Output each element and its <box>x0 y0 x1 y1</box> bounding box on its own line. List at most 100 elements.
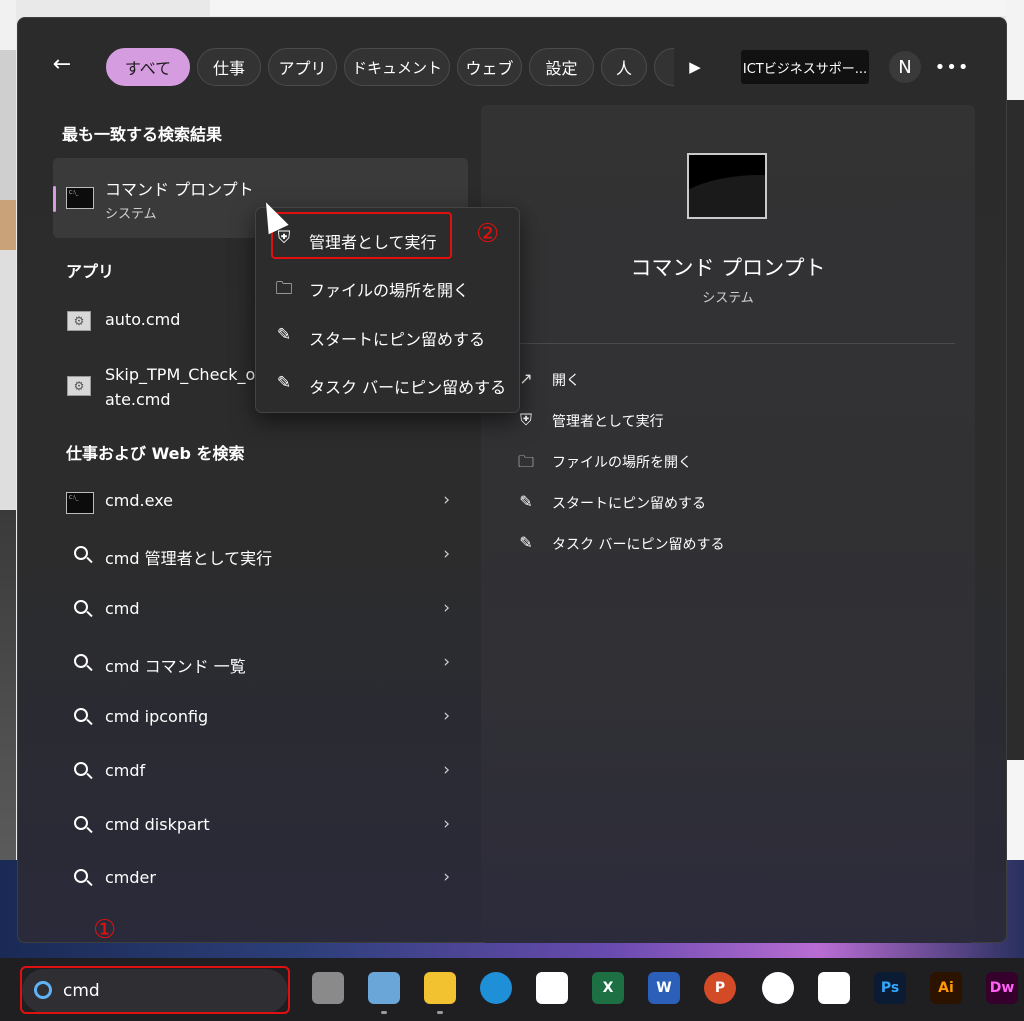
command-prompt-icon <box>66 187 94 209</box>
pin-icon: ✎ <box>276 325 292 345</box>
search-icon <box>69 814 93 835</box>
web-item-cmd[interactable]: cmd › <box>53 586 468 634</box>
chevron-right-icon: › <box>443 544 450 564</box>
command-prompt-large-icon <box>687 153 767 219</box>
web-item-cmder[interactable]: cmder › <box>53 855 468 903</box>
web-item-label: cmdf <box>105 761 146 780</box>
annotation-highlight-run-as-admin <box>271 212 452 259</box>
context-menu-label: ファイルの場所を開く <box>309 281 470 300</box>
detail-title: コマンド プロンプト <box>630 256 826 280</box>
web-item-cmd-admin[interactable]: cmd 管理者として実行 › <box>53 532 468 580</box>
app-item-label-line2: ate.cmd <box>105 390 171 409</box>
account-button[interactable]: ICTビジネスサポー... <box>741 50 869 84</box>
annotation-marker-1: ① <box>93 915 117 945</box>
store-icon[interactable] <box>536 972 568 1004</box>
edge-icon[interactable] <box>480 972 512 1004</box>
web-item-label: cmd.exe <box>105 491 174 510</box>
slack-icon[interactable] <box>818 972 850 1004</box>
search-icon <box>69 760 93 781</box>
best-match-title: コマンド プロンプト <box>105 180 254 199</box>
chevron-right-icon: › <box>443 598 450 618</box>
search-icon <box>69 652 93 673</box>
pin-icon: ✎ <box>519 533 533 552</box>
filter-chip-settings[interactable]: 設定 <box>529 48 594 86</box>
detail-action-open-file-location[interactable]: 🗀 ファイルの場所を開く <box>510 447 940 477</box>
detail-action-run-as-admin[interactable]: ⛨ 管理者として実行 <box>510 406 940 436</box>
web-item-cmdf[interactable]: cmdf › <box>53 748 468 796</box>
selection-accent <box>53 186 56 212</box>
context-menu-pin-start[interactable]: ✎ スタートにピン留めする <box>265 313 510 357</box>
web-item-label: cmd ipconfig <box>105 707 209 726</box>
chevron-right-icon: › <box>443 760 450 780</box>
back-button[interactable]: ← <box>48 50 76 78</box>
detail-divider <box>505 343 955 344</box>
running-indicator <box>437 1011 443 1014</box>
folder-icon: 🗀 <box>517 452 534 471</box>
scroll-filters-right-icon[interactable]: ▶ <box>683 55 707 79</box>
desktop-background-left <box>0 0 16 860</box>
app-item-label-line1: Skip_TPM_Check_o <box>105 365 256 384</box>
chevron-right-icon: › <box>443 814 450 834</box>
action-label: ファイルの場所を開く <box>552 455 692 471</box>
more-options-button[interactable]: ••• <box>935 51 969 83</box>
web-item-label: cmd <box>105 599 140 618</box>
annotation-highlight-search <box>20 966 290 1014</box>
excel-icon[interactable]: X <box>592 972 624 1004</box>
web-item-cmd-command-list[interactable]: cmd コマンド 一覧 › <box>53 640 468 688</box>
annotation-marker-2: ② <box>476 219 500 249</box>
web-item-label: cmder <box>105 868 156 887</box>
web-item-cmd-ipconfig[interactable]: cmd ipconfig › <box>53 694 468 742</box>
filter-chip-all[interactable]: すべて <box>106 48 190 86</box>
task-view-icon[interactable] <box>312 972 344 1004</box>
action-label: 開く <box>552 373 580 389</box>
chevron-right-icon: › <box>443 490 450 510</box>
search-icon <box>69 598 93 619</box>
task-manager-icon[interactable] <box>368 972 400 1004</box>
photos-icon[interactable] <box>762 972 794 1004</box>
search-icon <box>69 867 93 888</box>
filter-chip-people[interactable]: 人 <box>601 48 647 86</box>
cmd-file-icon: ⚙ <box>67 311 91 331</box>
web-item-cmd-diskpart[interactable]: cmd diskpart › <box>53 802 468 850</box>
file-explorer-icon[interactable] <box>424 972 456 1004</box>
detail-action-pin-taskbar[interactable]: ✎ タスク バーにピン留めする <box>510 529 940 559</box>
detail-pane <box>481 105 975 943</box>
web-item-label: cmd 管理者として実行 <box>105 549 273 568</box>
context-menu-label: スタートにピン留めする <box>309 330 486 349</box>
context-menu-open-file-location[interactable]: 🗀 ファイルの場所を開く <box>265 264 510 308</box>
web-item-label: cmd コマンド 一覧 <box>105 657 246 676</box>
filter-chip-documents[interactable]: ドキュメント <box>344 48 450 86</box>
best-match-subtitle: システム <box>105 207 157 222</box>
filter-chip-apps[interactable]: アプリ <box>268 48 337 86</box>
detail-action-open[interactable]: ↗ 開く <box>510 365 940 395</box>
web-item-cmd-exe[interactable]: cmd.exe › <box>53 478 468 526</box>
search-icon <box>69 706 93 727</box>
chevron-right-icon: › <box>443 706 450 726</box>
action-label: タスク バーにピン留めする <box>552 537 725 553</box>
word-icon[interactable]: W <box>648 972 680 1004</box>
shield-icon: ⛨ <box>519 410 532 429</box>
running-indicator <box>381 1011 387 1014</box>
avatar[interactable]: N <box>889 51 921 83</box>
filter-chip-work[interactable]: 仕事 <box>197 48 261 86</box>
context-menu-pin-taskbar[interactable]: ✎ タスク バーにピン留めする <box>265 361 510 405</box>
powerpoint-icon[interactable]: P <box>704 972 736 1004</box>
folder-icon: 🗀 <box>275 279 293 299</box>
action-label: 管理者として実行 <box>552 414 664 430</box>
web-search-heading: 仕事および Web を検索 <box>66 444 245 463</box>
search-icon <box>69 544 93 565</box>
illustrator-icon[interactable]: Ai <box>930 972 962 1004</box>
desktop-background-top <box>210 0 1024 16</box>
app-item-label: auto.cmd <box>105 310 181 329</box>
filter-chip-web[interactable]: ウェブ <box>457 48 522 86</box>
detail-action-pin-start[interactable]: ✎ スタートにピン留めする <box>510 488 940 518</box>
context-menu-label: タスク バーにピン留めする <box>309 378 507 397</box>
dreamweaver-icon[interactable]: Dw <box>986 972 1018 1004</box>
chevron-right-icon: › <box>443 867 450 887</box>
photoshop-icon[interactable]: Ps <box>874 972 906 1004</box>
cmd-file-icon: ⚙ <box>67 376 91 396</box>
chevron-right-icon: › <box>443 652 450 672</box>
action-label: スタートにピン留めする <box>552 496 706 512</box>
command-prompt-icon <box>66 492 94 514</box>
best-match-heading: 最も一致する検索結果 <box>62 125 223 144</box>
